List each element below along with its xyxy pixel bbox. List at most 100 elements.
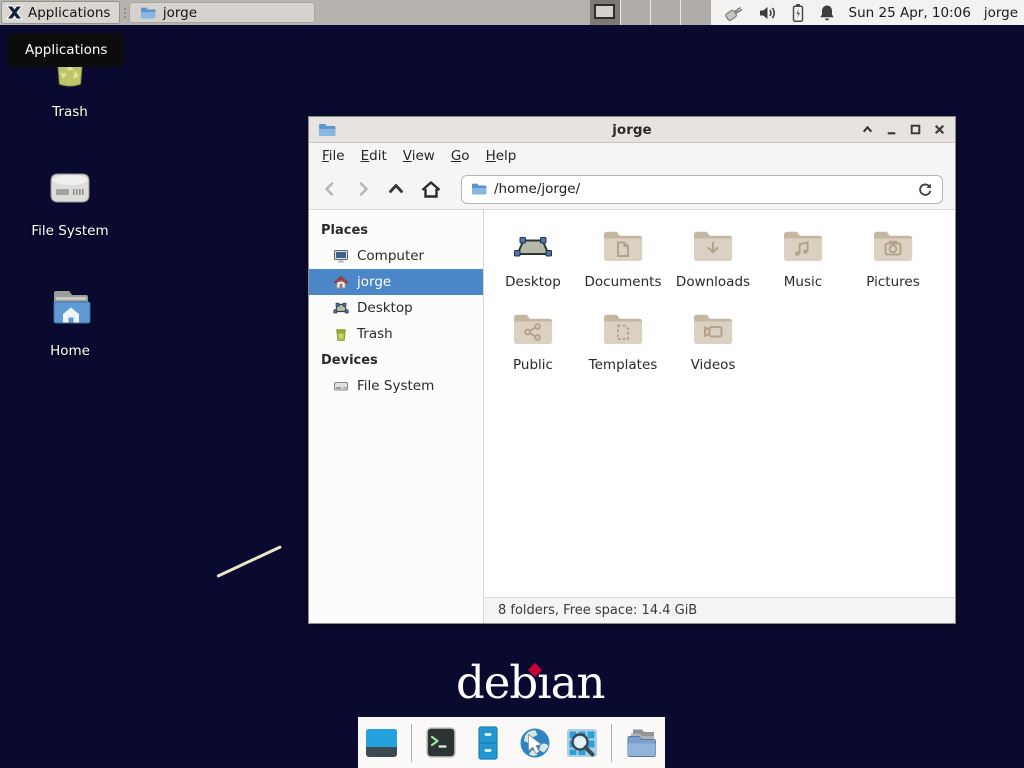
drive-icon xyxy=(333,378,349,394)
dock-separator xyxy=(611,724,612,762)
path-bar[interactable]: /home/jorge/ xyxy=(461,175,943,204)
menu-bar: File Edit View Go Help xyxy=(309,143,955,169)
workspace-2[interactable] xyxy=(621,0,651,25)
file-item-desktop[interactable]: Desktop xyxy=(488,222,578,290)
path-folder-icon xyxy=(471,182,487,196)
desktop-icon-home[interactable]: Home xyxy=(12,285,128,359)
menu-view[interactable]: View xyxy=(395,144,443,168)
terminal-launcher[interactable] xyxy=(421,722,461,764)
documents-folder-icon xyxy=(599,222,647,270)
file-manager-launcher[interactable] xyxy=(468,722,508,764)
dock-separator xyxy=(411,724,412,762)
maximize-button[interactable] xyxy=(909,123,922,136)
applications-tooltip: Applications xyxy=(8,33,124,67)
file-manager-window: jorge File Edit View Go Help xyxy=(308,116,956,624)
wordmark-text: deb xyxy=(456,656,537,709)
sidebar-item-label: File System xyxy=(357,378,434,394)
file-label: Public xyxy=(513,357,553,373)
workspace-1[interactable] xyxy=(590,0,620,25)
file-label: Desktop xyxy=(505,274,561,290)
wallpaper-line-decoration xyxy=(216,545,282,578)
sidebar-item-file-system[interactable]: File System xyxy=(309,373,483,399)
shade-button[interactable] xyxy=(861,123,874,136)
application-finder-launcher[interactable] xyxy=(562,722,602,764)
desktop-icon-label: File System xyxy=(31,223,108,239)
network-icon[interactable] xyxy=(723,3,745,23)
applications-menu-label: Applications xyxy=(28,5,110,21)
file-item-pictures[interactable]: Pictures xyxy=(848,222,938,290)
back-button[interactable] xyxy=(321,180,339,198)
minimize-button[interactable] xyxy=(885,123,898,136)
trash-icon xyxy=(333,326,349,342)
file-label: Music xyxy=(784,274,822,290)
desktop-folder-icon xyxy=(509,222,557,270)
up-button[interactable] xyxy=(387,180,405,198)
sidebar-item-label: Desktop xyxy=(357,300,413,316)
file-item-documents[interactable]: Documents xyxy=(578,222,668,290)
battery-icon[interactable] xyxy=(791,3,805,23)
file-item-public[interactable]: Public xyxy=(488,305,578,373)
forward-button[interactable] xyxy=(354,180,372,198)
music-folder-icon xyxy=(779,222,827,270)
workspace-window-preview xyxy=(594,4,615,19)
menu-go[interactable]: Go xyxy=(443,144,478,168)
web-browser-launcher[interactable] xyxy=(515,722,555,764)
status-bar: 8 folders, Free space: 14.4 GiB xyxy=(484,597,955,623)
show-desktop-icon xyxy=(362,723,402,763)
applications-menu-button[interactable]: Applications xyxy=(1,1,120,24)
file-item-videos[interactable]: Videos xyxy=(668,305,758,373)
taskbar-empty-area xyxy=(315,0,590,25)
directory-menu-launcher[interactable] xyxy=(621,722,661,764)
desktop-icon-label: Trash xyxy=(52,104,88,120)
sidebar-item-trash[interactable]: Trash xyxy=(309,321,483,347)
sidebar-item-desktop[interactable]: Desktop xyxy=(309,295,483,321)
sidebar-item-computer[interactable]: Computer xyxy=(309,243,483,269)
terminal-icon xyxy=(421,723,461,763)
username-indicator[interactable]: jorge xyxy=(984,5,1018,21)
workspace-switcher[interactable] xyxy=(590,0,710,25)
sidebar-item-label: jorge xyxy=(357,274,391,290)
sidebar: Places Computer xyxy=(309,210,484,623)
file-label: Documents xyxy=(585,274,662,290)
xfce-logo-icon xyxy=(6,4,23,21)
file-cabinet-icon xyxy=(468,723,508,763)
taskbar-window-label: jorge xyxy=(163,5,197,21)
menu-edit[interactable]: Edit xyxy=(353,144,395,168)
folder-icon xyxy=(140,6,156,20)
workspace-3[interactable] xyxy=(651,0,681,25)
desktop-icon-file-system[interactable]: File System xyxy=(12,163,128,239)
home-button[interactable] xyxy=(420,180,442,199)
sidebar-item-jorge[interactable]: jorge xyxy=(309,269,483,295)
videos-folder-icon xyxy=(689,305,737,353)
toolbar: /home/jorge/ xyxy=(309,169,955,210)
close-button[interactable] xyxy=(933,123,946,136)
file-item-templates[interactable]: Templates xyxy=(578,305,668,373)
pictures-folder-icon xyxy=(869,222,917,270)
window-title: jorge xyxy=(309,122,955,138)
sidebar-header-places: Places xyxy=(309,217,483,243)
status-text: 8 folders, Free space: 14.4 GiB xyxy=(498,603,697,618)
path-input[interactable]: /home/jorge/ xyxy=(494,181,910,197)
clock[interactable]: Sun 25 Apr, 10:06 xyxy=(849,5,971,21)
window-titlebar[interactable]: jorge xyxy=(309,117,955,143)
file-item-music[interactable]: Music xyxy=(758,222,848,290)
reload-icon[interactable] xyxy=(917,181,933,197)
templates-folder-icon xyxy=(599,305,647,353)
volume-icon[interactable] xyxy=(758,4,778,22)
downloads-folder-icon xyxy=(689,222,737,270)
workspace-4[interactable] xyxy=(681,0,710,25)
top-panel: Applications jorge xyxy=(0,0,1024,25)
file-label: Videos xyxy=(691,357,736,373)
notifications-bell-icon[interactable] xyxy=(818,3,836,23)
file-item-downloads[interactable]: Downloads xyxy=(668,222,758,290)
hard-drive-icon xyxy=(42,163,98,217)
menu-file[interactable]: File xyxy=(314,144,353,168)
desktop-icon-label: Home xyxy=(50,343,90,359)
taskbar-window-button[interactable]: jorge xyxy=(129,2,315,23)
debian-wordmark: debıan xyxy=(456,658,604,708)
menu-help[interactable]: Help xyxy=(478,144,525,168)
show-desktop-button[interactable] xyxy=(362,722,402,764)
sidebar-header-devices: Devices xyxy=(309,347,483,373)
panel-handle[interactable] xyxy=(121,0,128,25)
file-label: Downloads xyxy=(676,274,750,290)
